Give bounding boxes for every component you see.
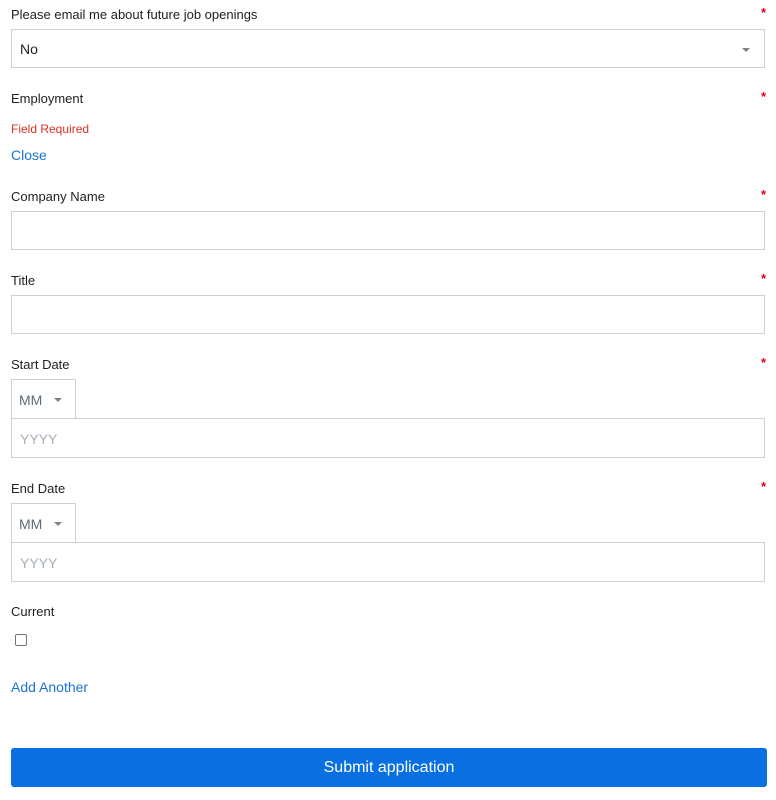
required-indicator: * (760, 5, 766, 20)
chevron-down-icon (54, 522, 62, 526)
start-month-select[interactable]: MM (11, 379, 76, 419)
company-name-label: Company Name (11, 189, 105, 204)
current-checkbox[interactable] (15, 634, 27, 646)
field-required-error: Field Required (11, 122, 90, 136)
email-opt-in-value: No (20, 41, 38, 57)
end-month-placeholder: MM (19, 516, 43, 532)
submit-application-button[interactable]: Submit application (11, 748, 767, 787)
start-month-placeholder: MM (19, 392, 43, 408)
start-year-input[interactable]: YYYY (11, 418, 765, 458)
required-indicator: * (760, 479, 766, 494)
title-input[interactable] (11, 295, 765, 334)
required-indicator: * (760, 187, 766, 202)
required-indicator: * (760, 89, 766, 104)
chevron-down-icon (54, 398, 62, 402)
chevron-down-icon (742, 48, 750, 52)
start-year-placeholder: YYYY (20, 431, 58, 447)
email-opt-in-label: Please email me about future job opening… (11, 7, 258, 22)
title-label: Title (11, 273, 36, 288)
required-indicator: * (760, 355, 766, 370)
close-link[interactable]: Close (11, 147, 47, 163)
end-date-label: End Date (11, 481, 66, 496)
end-month-select[interactable]: MM (11, 503, 76, 543)
end-year-placeholder: YYYY (20, 555, 58, 571)
current-label: Current (11, 604, 55, 619)
employment-label: Employment (11, 91, 84, 106)
end-year-input[interactable]: YYYY (11, 542, 765, 582)
start-date-label: Start Date (11, 357, 70, 372)
company-name-input[interactable] (11, 211, 765, 250)
required-indicator: * (760, 271, 766, 286)
add-another-link[interactable]: Add Another (11, 679, 88, 695)
email-opt-in-select[interactable]: No (11, 29, 765, 68)
